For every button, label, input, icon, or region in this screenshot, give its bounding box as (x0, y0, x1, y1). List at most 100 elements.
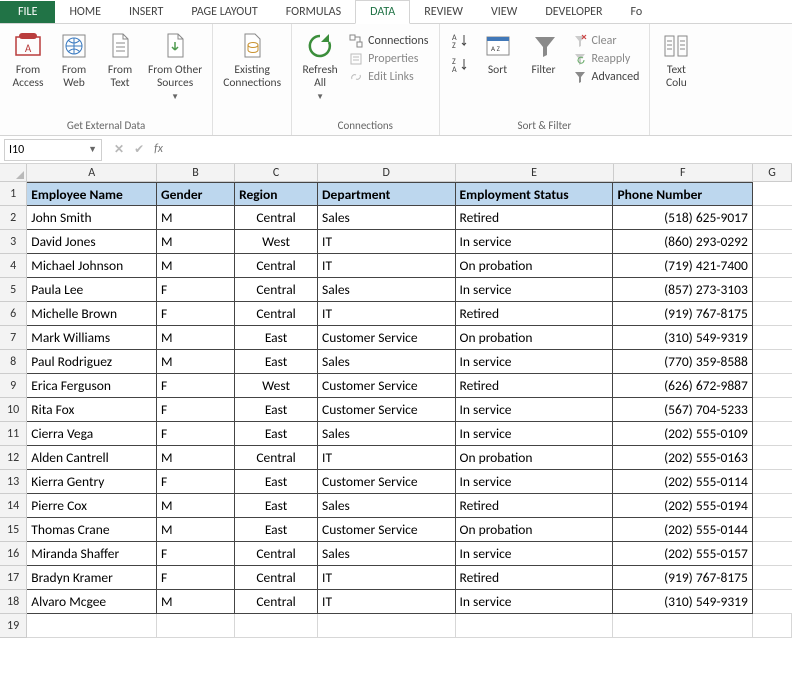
name-box[interactable]: ▼ (4, 139, 102, 161)
cell[interactable]: East (235, 398, 318, 422)
cell[interactable]: M (157, 494, 235, 518)
cell[interactable] (753, 302, 792, 326)
cell[interactable]: In service (456, 590, 614, 614)
cell[interactable]: Retired (456, 566, 614, 590)
cell[interactable]: Bradyn Kramer (27, 566, 157, 590)
cell[interactable]: (919) 767-8175 (613, 302, 752, 326)
cell[interactable]: East (235, 494, 318, 518)
cell[interactable] (753, 590, 792, 614)
cell[interactable]: Sales (318, 542, 455, 566)
cell[interactable]: In service (456, 398, 614, 422)
name-box-dropdown-icon[interactable]: ▼ (88, 144, 97, 155)
tab-developer[interactable]: DEVELOPER (531, 1, 616, 23)
cell[interactable]: IT (318, 302, 455, 326)
text-to-columns-button[interactable]: Text Colu (656, 28, 696, 92)
cell[interactable]: Sales (318, 206, 455, 230)
cell[interactable]: Michael Johnson (27, 254, 157, 278)
cell[interactable]: Retired (456, 494, 614, 518)
row-header[interactable]: 6 (0, 302, 27, 326)
cell[interactable]: Sales (318, 350, 455, 374)
cell[interactable]: Cierra Vega (27, 422, 157, 446)
cell[interactable]: Retired (456, 374, 614, 398)
cell[interactable]: M (157, 254, 235, 278)
cell[interactable]: Alden Cantrell (27, 446, 157, 470)
cell[interactable]: East (235, 350, 318, 374)
cell[interactable]: Sales (318, 422, 455, 446)
tab-view[interactable]: VIEW (477, 1, 531, 23)
cell[interactable]: Department (318, 182, 455, 206)
cell[interactable]: West (235, 230, 318, 254)
cell[interactable] (753, 182, 792, 206)
cell[interactable]: F (157, 542, 235, 566)
filter-button[interactable]: Filter (522, 28, 566, 79)
cell[interactable]: Customer Service (318, 398, 455, 422)
cell[interactable]: (202) 555-0109 (613, 422, 752, 446)
row-header[interactable]: 19 (0, 614, 27, 638)
row-header[interactable]: 15 (0, 518, 27, 542)
cell[interactable]: (202) 555-0144 (613, 518, 752, 542)
cell[interactable]: Gender (157, 182, 235, 206)
cell[interactable]: Retired (456, 206, 614, 230)
cell[interactable]: Customer Service (318, 374, 455, 398)
row-header[interactable]: 5 (0, 278, 27, 302)
cell[interactable]: Rita Fox (27, 398, 157, 422)
from-other-sources-button[interactable]: From Other Sources ▼ (144, 28, 206, 104)
row-header[interactable]: 7 (0, 326, 27, 350)
col-header-b[interactable]: B (157, 164, 235, 182)
cell[interactable] (157, 614, 235, 638)
row-header[interactable]: 13 (0, 470, 27, 494)
cell[interactable]: On probation (456, 518, 614, 542)
cell[interactable]: IT (318, 446, 455, 470)
cell[interactable]: IT (318, 566, 455, 590)
cell[interactable] (753, 350, 792, 374)
cell[interactable] (318, 614, 455, 638)
cell[interactable]: IT (318, 254, 455, 278)
cell[interactable]: (860) 293-0292 (613, 230, 752, 254)
cell[interactable]: (919) 767-8175 (613, 566, 752, 590)
cell[interactable]: John Smith (27, 206, 157, 230)
fx-icon[interactable]: fx (154, 142, 163, 157)
cell[interactable]: Central (235, 590, 318, 614)
cell[interactable]: West (235, 374, 318, 398)
from-access-button[interactable]: A From Access (6, 28, 50, 92)
cell[interactable]: (310) 549-9319 (613, 326, 752, 350)
cell[interactable] (753, 374, 792, 398)
sort-asc-button[interactable]: AZ (448, 32, 472, 50)
cell[interactable]: East (235, 422, 318, 446)
cell[interactable]: M (157, 518, 235, 542)
col-header-c[interactable]: C (235, 164, 318, 182)
row-header[interactable]: 12 (0, 446, 27, 470)
cell[interactable] (456, 614, 614, 638)
row-header[interactable]: 16 (0, 542, 27, 566)
cell[interactable]: Employee Name (27, 182, 157, 206)
tab-page-layout[interactable]: PAGE LAYOUT (177, 1, 271, 23)
col-header-g[interactable]: G (753, 164, 792, 182)
cell[interactable] (753, 398, 792, 422)
cell[interactable] (753, 206, 792, 230)
row-header[interactable]: 11 (0, 422, 27, 446)
cell[interactable]: (719) 421-7400 (613, 254, 752, 278)
cell[interactable]: Thomas Crane (27, 518, 157, 542)
cell[interactable]: Mark Williams (27, 326, 157, 350)
cell[interactable]: In service (456, 422, 614, 446)
row-header[interactable]: 3 (0, 230, 27, 254)
row-header[interactable]: 1 (0, 182, 27, 206)
cell[interactable]: F (157, 278, 235, 302)
cell[interactable]: F (157, 470, 235, 494)
cell[interactable]: (518) 625-9017 (613, 206, 752, 230)
tab-file[interactable]: FILE (0, 1, 55, 23)
cell[interactable] (753, 518, 792, 542)
row-header[interactable]: 9 (0, 374, 27, 398)
sort-button[interactable]: A Z Sort (476, 28, 520, 79)
cell[interactable]: F (157, 422, 235, 446)
cell[interactable]: M (157, 206, 235, 230)
cell[interactable]: M (157, 230, 235, 254)
cell[interactable]: (202) 555-0194 (613, 494, 752, 518)
cell[interactable]: In service (456, 542, 614, 566)
cell[interactable]: IT (318, 230, 455, 254)
cell[interactable]: Customer Service (318, 470, 455, 494)
cell[interactable]: M (157, 446, 235, 470)
tab-data[interactable]: DATA (355, 0, 410, 24)
cell[interactable] (753, 446, 792, 470)
cell[interactable]: Customer Service (318, 326, 455, 350)
